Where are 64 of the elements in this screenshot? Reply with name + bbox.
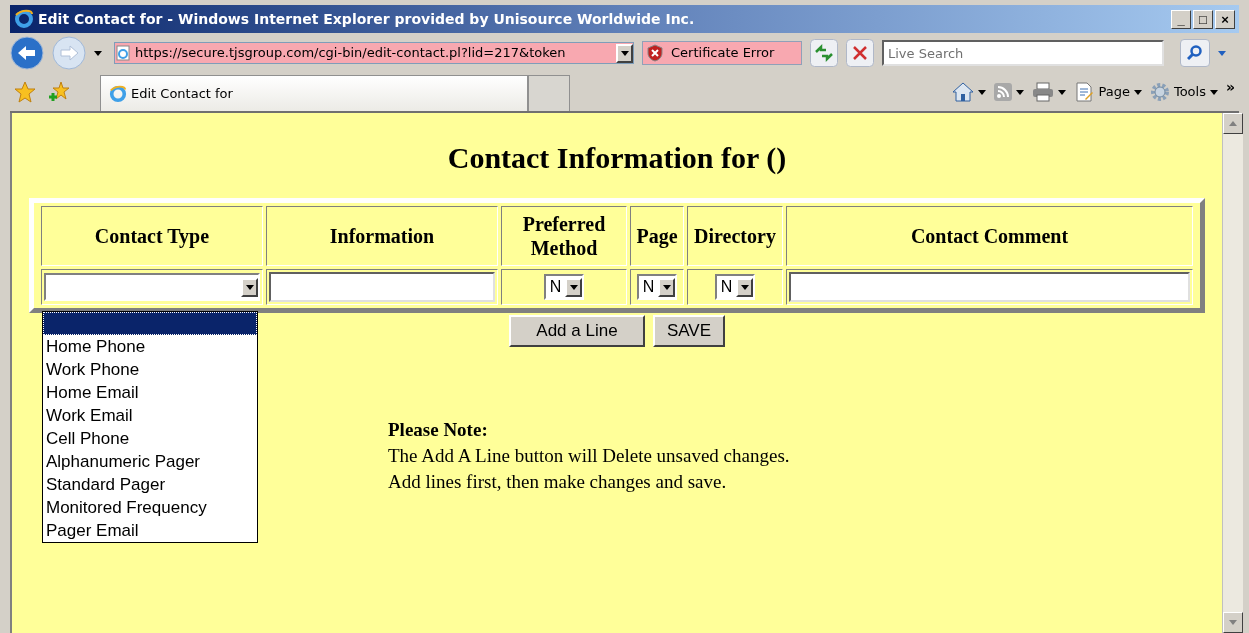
contact-type-select[interactable] [44, 273, 260, 301]
note-title: Please Note: [388, 418, 489, 442]
refresh-icon[interactable] [810, 39, 838, 67]
browser-logo-icon [14, 9, 34, 29]
tools-menu-button[interactable]: Tools [1149, 82, 1206, 102]
dropdown-option[interactable]: Standard Pager [43, 473, 257, 496]
home-icon[interactable] [952, 82, 975, 102]
dropdown-option[interactable]: Pager Email [43, 519, 257, 542]
window-title: Edit Contact for - Windows Internet Explorer provided by Unisource Worldwide Inc. [38, 9, 695, 29]
shield-icon [647, 44, 663, 62]
search-icon [1187, 45, 1203, 61]
back-button-icon[interactable] [10, 36, 44, 70]
page-icon [115, 45, 131, 61]
dropdown-option[interactable]: Home Email [43, 381, 257, 404]
minimize-button[interactable]: _ [1171, 9, 1191, 29]
caret-icon[interactable] [616, 43, 633, 63]
add-line-button[interactable]: Add a Line [508, 315, 645, 347]
stop-icon[interactable] [846, 39, 874, 67]
dropdown-option[interactable]: Home Phone [43, 335, 257, 358]
more-commands-button[interactable]: » [1225, 77, 1235, 98]
comment-field[interactable] [789, 272, 1190, 302]
caret-icon [1209, 89, 1218, 95]
dropdown-option[interactable]: Alphanumeric Pager [43, 450, 257, 473]
favorites-star-icon[interactable] [14, 81, 36, 103]
column-header: Contact Comment [786, 206, 1193, 266]
address-field[interactable]: https://secure.tjsgroup.com/cgi-bin/edit-contact.pl?lid=217&token [114, 42, 634, 64]
dropdown-option[interactable]: Cell Phone [43, 427, 257, 450]
yes-no-select[interactable]: N [636, 274, 678, 300]
dropdown-option[interactable]: Work Phone [43, 358, 257, 381]
close-button[interactable]: × [1215, 9, 1235, 29]
vertical-scrollbar[interactable] [1222, 113, 1243, 633]
page-icon [1074, 82, 1095, 102]
scroll-down-icon [1229, 620, 1237, 625]
column-header: Directory [687, 206, 783, 266]
dropdown-option[interactable]: Work Email [43, 404, 257, 427]
column-header: Contact Type [41, 206, 263, 266]
caret-icon [1058, 89, 1067, 95]
printer-icon[interactable] [1032, 82, 1055, 102]
caret-icon [1218, 50, 1226, 56]
save-button[interactable]: SAVE [652, 315, 726, 347]
browser-logo-icon [109, 84, 127, 103]
caret-icon [1016, 89, 1025, 95]
browser-tab[interactable]: Edit Contact for [100, 75, 528, 111]
gear-icon [1149, 82, 1170, 102]
note-text: Add lines first, then make changes and save. [388, 470, 728, 494]
column-header: Page [630, 206, 684, 266]
search-field[interactable]: Live Search [882, 40, 1164, 66]
page-heading: Contact Information for () [447, 140, 787, 176]
maximize-button[interactable]: □ [1193, 9, 1213, 29]
caret-icon [94, 50, 102, 56]
yes-no-select[interactable]: N [714, 274, 756, 300]
caret-icon [1133, 89, 1142, 95]
highlighted-option[interactable] [43, 312, 257, 335]
certificate-error-button[interactable]: Certificate Error [642, 41, 802, 65]
yes-no-select[interactable]: N [543, 274, 585, 300]
scroll-up-icon [1229, 121, 1237, 126]
page-menu-button[interactable]: Page [1074, 82, 1130, 102]
column-header: Preferred Method [501, 206, 627, 266]
search-button[interactable] [1180, 39, 1210, 67]
dropdown-option[interactable]: Monitored Frequency [43, 496, 257, 519]
information-field[interactable] [269, 272, 495, 302]
column-header: Information [266, 206, 498, 266]
note-text: The Add A Line button will Delete unsaved changes. [388, 444, 790, 468]
caret-icon [978, 89, 987, 95]
